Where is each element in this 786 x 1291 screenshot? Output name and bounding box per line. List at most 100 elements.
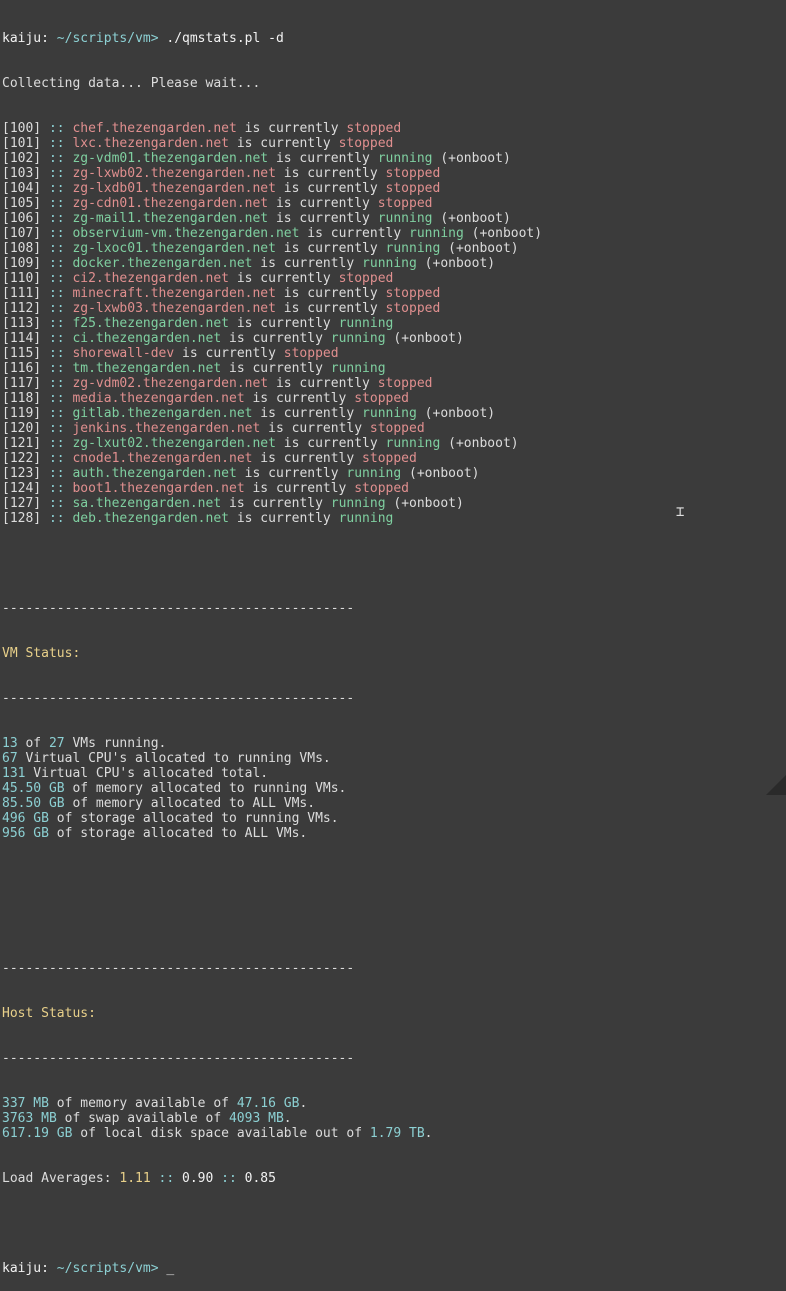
separator-line: ----------------------------------------…: [2, 601, 355, 616]
vm-hostname: sa.thezengarden.net: [72, 496, 222, 511]
stat-text: of: [17, 736, 49, 751]
stat-value: 496 GB: [2, 811, 49, 826]
collecting-message: Collecting data... Please wait...: [2, 76, 261, 91]
stat-text: .: [299, 1096, 308, 1111]
vm-state-prefix: is currently: [275, 301, 386, 316]
vm-separator: ::: [41, 166, 73, 181]
vm-list: [100] :: chef.thezengarden.net is curren…: [2, 121, 782, 526]
vm-hostname: zg-lxwb03.thezengarden.net: [72, 301, 276, 316]
vm-state-prefix: is currently: [268, 211, 378, 226]
stat-value: 85.50 GB: [2, 796, 65, 811]
vm-row: [115] :: shorewall-dev is currently stop…: [2, 346, 782, 361]
host-status-line: 3763 MB of swap available of 4093 MB.: [2, 1111, 782, 1126]
prompt-line-current[interactable]: kaiju: ~/scripts/vm> _: [2, 1261, 782, 1276]
vm-state-prefix: is currently: [221, 361, 331, 376]
vm-state-prefix: is currently: [252, 406, 363, 421]
vm-row: [122] :: cnode1.thezengarden.net is curr…: [2, 451, 782, 466]
vm-separator: ::: [41, 286, 73, 301]
vm-id: [102]: [2, 151, 42, 166]
text-cursor[interactable]: _: [166, 1261, 174, 1276]
stat-text: Virtual CPU's allocated to running VMs.: [17, 751, 331, 766]
vm-state: stopped: [385, 181, 441, 196]
vm-state: running: [338, 511, 394, 526]
vm-hostname: observium-vm.thezengarden.net: [72, 226, 300, 241]
vm-id: [114]: [2, 331, 42, 346]
vm-row: [116] :: tm.thezengarden.net is currentl…: [2, 361, 782, 376]
vm-separator: ::: [41, 376, 73, 391]
vm-hostname: auth.thezengarden.net: [72, 466, 237, 481]
vm-hostname: zg-mail1.thezengarden.net: [72, 211, 269, 226]
vm-status-lines: 13 of 27 VMs running. 67 Virtual CPU's al…: [2, 736, 782, 841]
host-status-line: 337 MB of memory available of 47.16 GB.: [2, 1096, 782, 1111]
vm-row: [110] :: ci2.thezengarden.net is current…: [2, 271, 782, 286]
vm-separator: ::: [41, 256, 73, 271]
vm-separator: ::: [41, 226, 73, 241]
vm-hostname: jenkins.thezengarden.net: [72, 421, 261, 436]
vm-row: [121] :: zg-lxut02.thezengarden.net is c…: [2, 436, 782, 451]
vm-state: running: [330, 331, 386, 346]
terminal-output[interactable]: kaiju: ~/scripts/vm> ./qmstats.pl -d Col…: [2, 1, 782, 1291]
vm-state-prefix: is currently: [229, 511, 339, 526]
vm-hostname: zg-lxdb01.thezengarden.net: [72, 181, 276, 196]
vm-state-prefix: is currently: [268, 151, 378, 166]
vm-separator: ::: [41, 271, 73, 286]
vm-hostname: gitlab.thezengarden.net: [72, 406, 253, 421]
vm-row: [112] :: zg-lxwb03.thezengarden.net is c…: [2, 301, 782, 316]
stat-value: 27: [48, 736, 65, 751]
vm-state-prefix: is currently: [252, 451, 363, 466]
vm-state-prefix: is currently: [260, 421, 370, 436]
vm-row: [113] :: f25.thezengarden.net is current…: [2, 316, 782, 331]
stat-value: 45.50 GB: [2, 781, 65, 796]
vm-id: [105]: [2, 196, 42, 211]
vm-separator: ::: [41, 181, 73, 196]
vm-status-line: 45.50 GB of memory allocated to running …: [2, 781, 782, 796]
vm-state: stopped: [354, 391, 410, 406]
vm-hostname: zg-lxoc01.thezengarden.net: [72, 241, 276, 256]
vm-separator: ::: [41, 316, 73, 331]
vm-row: [114] :: ci.thezengarden.net is currentl…: [2, 331, 782, 346]
load-avg-1: 1.11: [119, 1171, 151, 1186]
vm-state-prefix: is currently: [275, 181, 386, 196]
vm-separator: ::: [41, 211, 73, 226]
vm-state: running: [377, 211, 433, 226]
vm-state: running: [338, 316, 394, 331]
vm-state: stopped: [338, 271, 394, 286]
vm-hostname: cnode1.thezengarden.net: [72, 451, 253, 466]
vm-id: [103]: [2, 166, 42, 181]
vm-id: [122]: [2, 451, 42, 466]
host-status-title: Host Status:: [2, 1006, 96, 1021]
load-avg-15: 0.85: [244, 1171, 276, 1186]
vm-id: [110]: [2, 271, 42, 286]
vm-separator: ::: [41, 511, 73, 526]
vm-hostname: ci2.thezengarden.net: [72, 271, 229, 286]
vm-hostname: zg-lxut02.thezengarden.net: [72, 436, 276, 451]
load-averages-label: Load Averages:: [2, 1171, 120, 1186]
vm-separator: ::: [41, 301, 73, 316]
vm-id: [104]: [2, 181, 42, 196]
vm-state: stopped: [338, 136, 394, 151]
vm-row: [128] :: deb.thezengarden.net is current…: [2, 511, 782, 526]
vm-onboot-flag: (+onboot): [409, 466, 480, 481]
vm-state: stopped: [354, 481, 410, 496]
vm-state-prefix: is currently: [275, 166, 386, 181]
vm-separator: ::: [41, 136, 73, 151]
vm-row: [119] :: gitlab.thezengarden.net is curr…: [2, 406, 782, 421]
vm-id: [118]: [2, 391, 42, 406]
vm-status-line: 496 GB of storage allocated to running V…: [2, 811, 782, 826]
vm-status-line: 67 Virtual CPU's allocated to running VM…: [2, 751, 782, 766]
vm-hostname: docker.thezengarden.net: [72, 256, 253, 271]
stat-value: 131: [2, 766, 26, 781]
window-resize-corner-icon[interactable]: [766, 775, 786, 795]
vm-state-prefix: is currently: [268, 376, 378, 391]
stat-value: 47.16 GB: [236, 1096, 300, 1111]
vm-separator: ::: [41, 421, 73, 436]
vm-hostname: lxc.thezengarden.net: [72, 136, 229, 151]
vm-hostname: zg-vdm02.thezengarden.net: [72, 376, 269, 391]
